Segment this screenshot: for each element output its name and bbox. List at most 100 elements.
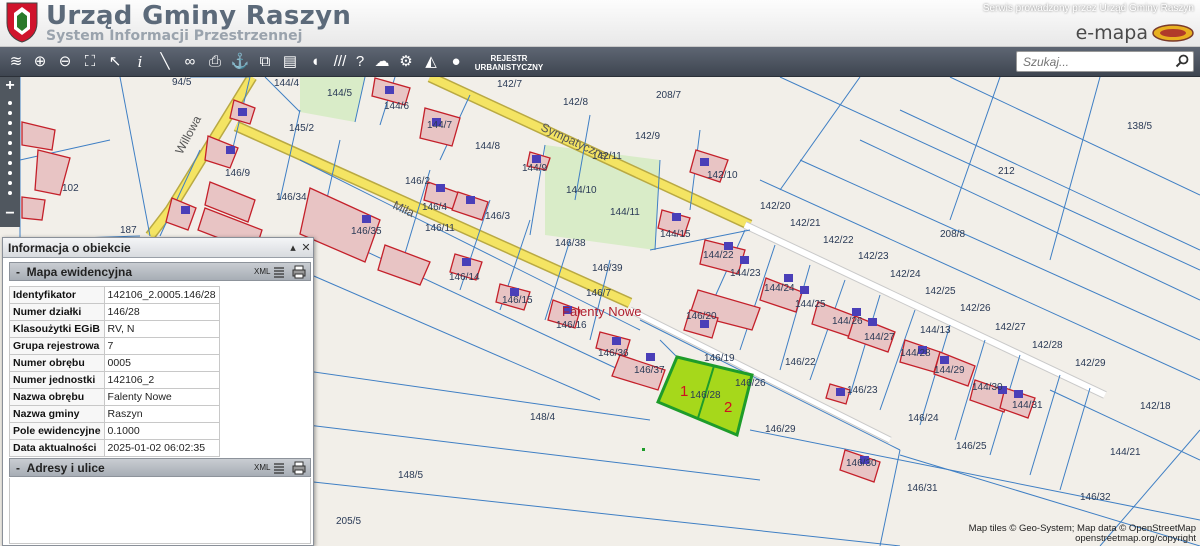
parcel-label: 208/8 bbox=[940, 229, 965, 240]
parcel-label: 146/24 bbox=[908, 413, 939, 424]
zoom-in-icon[interactable]: ⊕ bbox=[30, 52, 50, 72]
layout-icon[interactable]: ▤ bbox=[280, 52, 300, 72]
zoom-level-dot[interactable] bbox=[8, 151, 12, 155]
parcel-label: 187 bbox=[120, 225, 137, 236]
green-area bbox=[300, 77, 365, 122]
zoom-level-dot[interactable] bbox=[8, 141, 12, 145]
attribute-value: 2025-01-02 06:02:35 bbox=[103, 439, 220, 457]
attribute-value: 142106_2.0005.146/28 bbox=[103, 286, 220, 304]
zoom-level-dot[interactable] bbox=[8, 111, 12, 115]
zoom-level-dot[interactable] bbox=[8, 181, 12, 185]
parcel-label: 212 bbox=[998, 166, 1015, 177]
close-icon[interactable]: ✕ bbox=[300, 241, 312, 254]
parcel-label: 146/37 bbox=[634, 365, 665, 376]
parcel-label: 146/34 bbox=[276, 192, 307, 203]
attribute-row: Klasoużytki EGiB RV, N bbox=[9, 320, 220, 338]
zoom-level-dot[interactable] bbox=[8, 101, 12, 105]
parcel-label: 146/28 bbox=[690, 390, 721, 401]
zoom-plus-button[interactable]: + bbox=[0, 77, 20, 95]
parcel-label: 142/20 bbox=[760, 201, 791, 212]
layers-icon[interactable]: ≋ bbox=[6, 52, 26, 72]
list-icon[interactable] bbox=[272, 265, 286, 279]
zoom-bar[interactable]: + − bbox=[0, 77, 20, 227]
zoom-level-dot[interactable] bbox=[8, 131, 12, 135]
zoom-level-dot[interactable] bbox=[8, 171, 12, 175]
search-box[interactable] bbox=[1016, 51, 1194, 72]
rejestr-urbanistyczny-button[interactable]: REJESTR URBANISTYCZNY bbox=[474, 54, 544, 72]
parcel-label: 146/15 bbox=[502, 295, 533, 306]
attribute-row: Grupa rejestrowa 7 bbox=[9, 337, 220, 355]
zoom-minus-button[interactable]: − bbox=[0, 205, 20, 223]
attribute-row: Numer obrębu 0005 bbox=[9, 354, 220, 372]
settings-icon[interactable]: ⚙ bbox=[396, 52, 416, 72]
parcel-label: 142/8 bbox=[563, 97, 588, 108]
parcel-label: 144/7 bbox=[427, 120, 452, 131]
parcel-label: 144/24 bbox=[764, 283, 795, 294]
attribute-row: Numer jednostki 142106_2 bbox=[9, 371, 220, 389]
parcel-label: 146/19 bbox=[704, 353, 735, 364]
attribute-row: Pole ewidencyjne 0.1000 bbox=[9, 422, 220, 440]
section-mapa-ewidencyjna[interactable]: - Mapa ewidencyjna XML bbox=[9, 262, 311, 281]
print-icon[interactable]: ⎙ bbox=[205, 52, 225, 72]
link-icon[interactable]: ∞ bbox=[180, 52, 200, 72]
parcel-label: 144/22 bbox=[703, 250, 734, 261]
xml-export-button[interactable]: XML bbox=[254, 267, 270, 276]
highlight-label-2: 2 bbox=[724, 399, 732, 416]
zoom-out-icon[interactable]: ⊖ bbox=[55, 52, 75, 72]
parcel-label: 144/21 bbox=[1110, 447, 1141, 458]
parcel-label: 142/21 bbox=[790, 218, 821, 229]
list-icon[interactable] bbox=[272, 461, 286, 475]
app-subtitle: System Informacji Przestrzennej bbox=[46, 28, 303, 44]
parcel-label: 146/16 bbox=[556, 320, 587, 331]
parcel-label: 146/20 bbox=[686, 311, 717, 322]
parcel-label: 146/29 bbox=[765, 424, 796, 435]
parcel-label: 142/22 bbox=[823, 235, 854, 246]
section-adresy-i-ulice[interactable]: - Adresy i ulice XML bbox=[9, 458, 311, 477]
brand-name: e-mapa bbox=[1075, 22, 1148, 44]
attribute-key: Nazwa gminy bbox=[9, 405, 105, 423]
help-icon[interactable]: ? bbox=[350, 52, 370, 72]
parcel-label: 146/4 bbox=[422, 202, 447, 213]
attribute-value: RV, N bbox=[103, 320, 220, 338]
collapse-icon[interactable]: ▴ bbox=[287, 241, 299, 254]
export-icon[interactable]: ⧉ bbox=[255, 52, 275, 72]
select-arrow-icon[interactable]: ↖ bbox=[105, 52, 125, 72]
zoom-level-dot[interactable] bbox=[8, 161, 12, 165]
print-icon[interactable] bbox=[292, 461, 306, 475]
xml-export-button[interactable]: XML bbox=[254, 463, 270, 472]
info-icon[interactable]: i bbox=[130, 52, 150, 72]
app-title: Urząd Gminy Raszyn bbox=[46, 1, 352, 31]
parcel-label: 144/6 bbox=[384, 101, 409, 112]
cloud-download-icon[interactable]: ☁ bbox=[372, 52, 392, 72]
user-map-icon[interactable]: ● bbox=[446, 52, 466, 72]
parcel-label: 144/29 bbox=[934, 365, 965, 376]
zoom-level-dot[interactable] bbox=[8, 121, 12, 125]
zoom-extent-icon[interactable]: ⛶ bbox=[80, 52, 100, 72]
service-note: Serwis prowadzony przez Urząd Gminy Rasz… bbox=[982, 3, 1194, 14]
highlight-label-1: 1 bbox=[680, 383, 688, 400]
attribute-row: Numer działki 146/28 bbox=[9, 303, 220, 321]
parcel-label: 146/11 bbox=[425, 223, 455, 234]
comment-icon[interactable]: ◖ bbox=[305, 52, 325, 72]
legend-icon[interactable]: ◭ bbox=[421, 52, 441, 72]
attribute-value: 0005 bbox=[103, 354, 220, 372]
search-input[interactable] bbox=[1017, 52, 1167, 71]
parcel-label: 142/9 bbox=[635, 131, 660, 142]
rejestr-label-1: REJESTR bbox=[490, 54, 528, 63]
parcel-label: 142/10 bbox=[707, 170, 738, 181]
object-info-panel: Informacja o obiekcie ▴ ✕ - Mapa ewidenc… bbox=[2, 237, 314, 546]
parcel-label: 144/10 bbox=[566, 185, 597, 196]
hatch-icon[interactable]: /// bbox=[330, 52, 350, 72]
parcel-label: 146/9 bbox=[225, 168, 250, 179]
parcel-label: 144/26 bbox=[832, 316, 863, 327]
panel-header: Informacja o obiekcie ▴ ✕ bbox=[3, 238, 313, 258]
zoom-level-dot[interactable] bbox=[8, 191, 12, 195]
attributes-table: Identyfikator 142106_2.0005.146/28 Numer d… bbox=[9, 286, 220, 457]
measure-icon[interactable]: ╲ bbox=[155, 52, 175, 72]
anchor-icon[interactable]: ⚓ bbox=[230, 52, 250, 72]
parcel-label: 144/9 bbox=[522, 163, 547, 174]
search-icon[interactable] bbox=[1175, 54, 1189, 68]
parcel-label: 146/35 bbox=[351, 226, 382, 237]
attribute-value: 0.1000 bbox=[103, 422, 220, 440]
print-icon[interactable] bbox=[292, 265, 306, 279]
